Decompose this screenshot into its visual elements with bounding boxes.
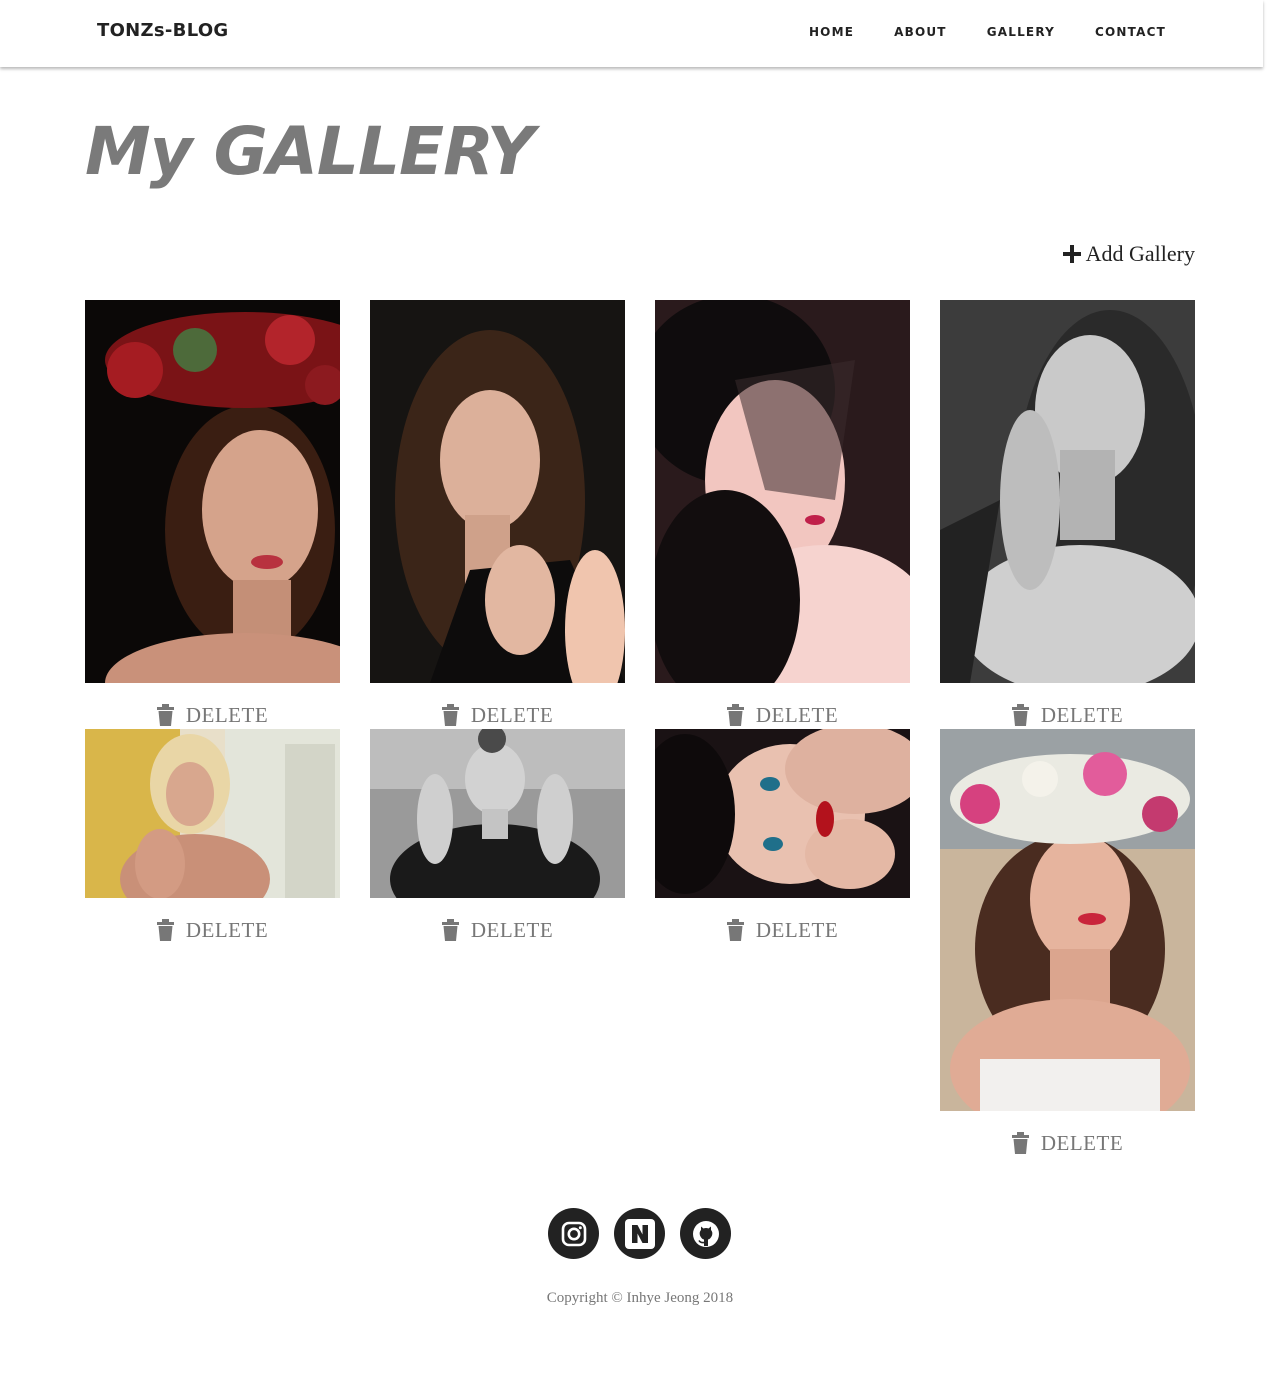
delete-label: DELETE: [1040, 702, 1124, 727]
social-links: [548, 1208, 731, 1259]
naver-link[interactable]: [614, 1208, 665, 1259]
delete-label: DELETE: [185, 917, 269, 942]
github-link[interactable]: [680, 1208, 731, 1259]
gallery-photo[interactable]: [655, 729, 910, 898]
delete-button[interactable]: DELETE: [370, 700, 625, 730]
instagram-link[interactable]: [548, 1208, 599, 1259]
nav-contact[interactable]: CONTACT: [1095, 25, 1166, 39]
delete-label: DELETE: [470, 702, 554, 727]
delete-label: DELETE: [755, 917, 839, 942]
delete-button[interactable]: DELETE: [940, 700, 1195, 730]
nav-links: HOME ABOUT GALLERY CONTACT: [809, 25, 1166, 39]
navbar: TONZs-BLOG HOME ABOUT GALLERY CONTACT: [0, 0, 1263, 67]
brand-link[interactable]: TONZs-BLOG: [97, 20, 229, 41]
delete-button[interactable]: DELETE: [85, 700, 340, 730]
trash-icon: [156, 919, 174, 941]
delete-button[interactable]: DELETE: [655, 915, 910, 945]
delete-label: DELETE: [755, 702, 839, 727]
page-title: My GALLERY: [85, 113, 535, 190]
trash-icon: [156, 704, 174, 726]
nav-about[interactable]: ABOUT: [894, 25, 947, 39]
gallery-photo[interactable]: [940, 729, 1195, 1111]
trash-icon: [726, 919, 744, 941]
copyright-text: Copyright © Inhye Jeong 2018: [546, 1290, 734, 1306]
github-icon: [692, 1220, 719, 1247]
nav-gallery[interactable]: GALLERY: [987, 25, 1055, 39]
gallery-photo[interactable]: [370, 729, 625, 898]
delete-label: DELETE: [1040, 1130, 1124, 1155]
trash-icon: [441, 704, 459, 726]
nav-home[interactable]: HOME: [809, 25, 854, 39]
plus-icon: [1062, 245, 1081, 263]
gallery-photo[interactable]: [85, 729, 340, 898]
delete-label: DELETE: [470, 917, 554, 942]
gallery-photo[interactable]: [85, 300, 340, 683]
instagram-icon: [561, 1221, 586, 1246]
delete-button[interactable]: DELETE: [85, 915, 340, 945]
delete-button[interactable]: DELETE: [655, 700, 910, 730]
naver-icon: [624, 1218, 655, 1249]
trash-icon: [726, 704, 744, 726]
trash-icon: [1011, 704, 1029, 726]
gallery-photo[interactable]: [940, 300, 1195, 683]
delete-button[interactable]: DELETE: [370, 915, 625, 945]
gallery-photo[interactable]: [370, 300, 625, 683]
add-gallery-button[interactable]: Add Gallery: [1062, 241, 1195, 267]
trash-icon: [441, 919, 459, 941]
delete-label: DELETE: [185, 702, 269, 727]
delete-button[interactable]: DELETE: [940, 1128, 1195, 1158]
add-gallery-label: Add Gallery: [1085, 241, 1195, 266]
trash-icon: [1011, 1132, 1029, 1154]
gallery-photo[interactable]: [655, 300, 910, 683]
